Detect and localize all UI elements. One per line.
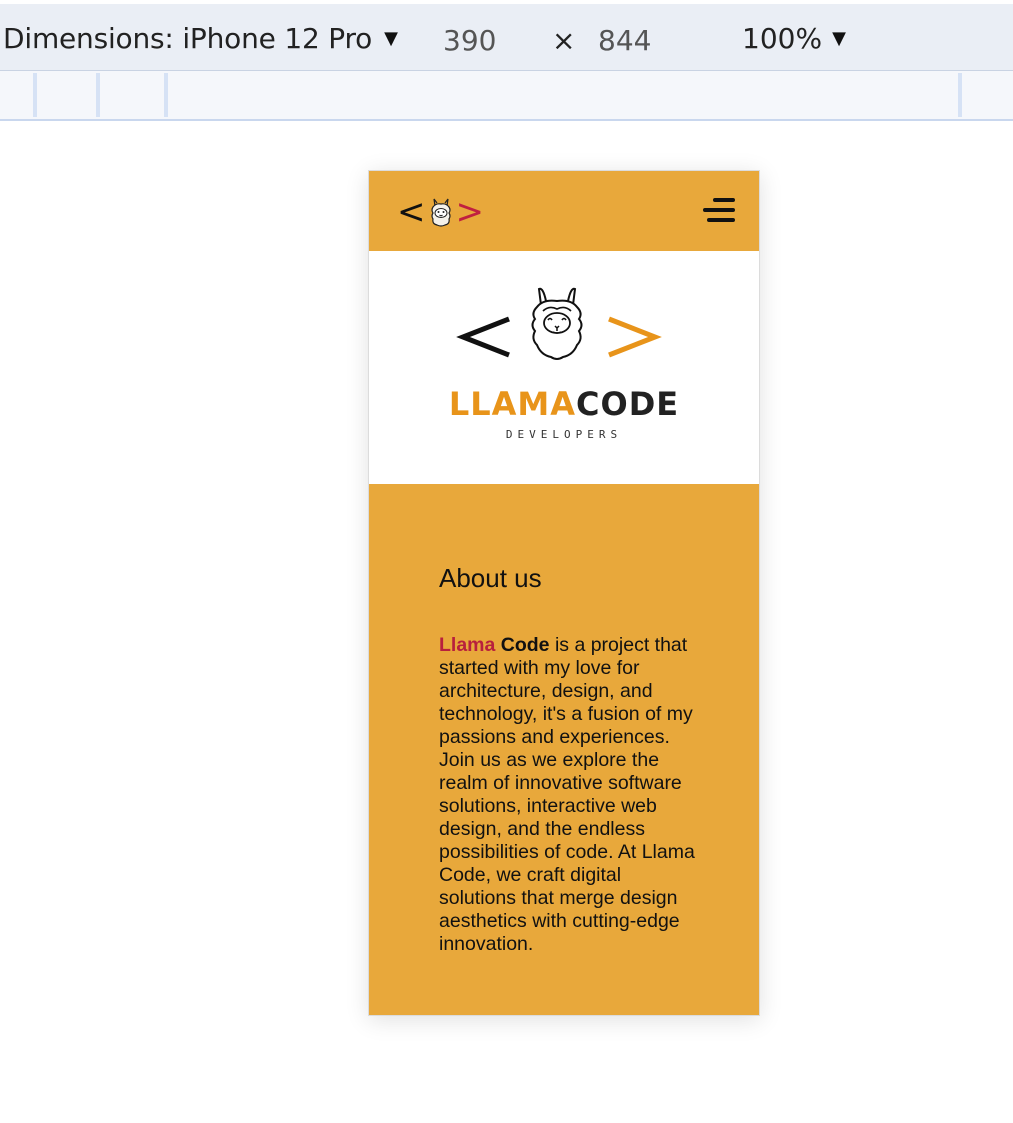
zoom-select[interactable]: 100% ▼ — [742, 22, 846, 55]
about-section: About us Llama Code is a project that st… — [439, 563, 699, 956]
site-navbar: < > — [369, 171, 759, 251]
logo-right-bracket: > — [455, 192, 485, 232]
about-paragraph: Llama Code is a project that started wit… — [439, 634, 699, 956]
device-dimensions-label: Dimensions: iPhone 12 Pro — [3, 22, 373, 55]
brand-llama: LLAMA — [448, 385, 577, 423]
devtools-device-toolbar: Dimensions: iPhone 12 Pro ▼ 390 × 844 10… — [0, 4, 1013, 71]
brand-code: CODE — [576, 385, 680, 423]
ruler-segment[interactable] — [33, 73, 37, 117]
ruler-segment[interactable] — [958, 73, 962, 117]
viewport-width-input[interactable]: 390 — [443, 24, 496, 57]
about-name-code: Code — [500, 634, 550, 656]
times-label: × — [552, 24, 576, 57]
nav-logo[interactable]: < > — [397, 195, 484, 229]
ruler-segment[interactable] — [164, 73, 168, 117]
hero-logo-section: LLAMACODE DEVELOPERS — [369, 251, 759, 484]
hamburger-menu-button[interactable] — [703, 198, 735, 226]
viewport-height-input[interactable]: 844 — [598, 24, 651, 57]
brand-logo-graphic — [456, 287, 662, 360]
zoom-label: 100% — [742, 22, 823, 55]
left-bracket-icon — [456, 316, 510, 358]
about-heading: About us — [439, 563, 542, 593]
device-select[interactable]: Dimensions: iPhone 12 Pro ▼ — [3, 22, 398, 55]
about-body-text: is a project that started with my love f… — [439, 634, 695, 955]
about-name-llama: Llama — [439, 634, 496, 656]
brand-wordmark: LLAMACODE — [369, 385, 759, 423]
ruler-segment[interactable] — [96, 73, 100, 117]
logo-left-bracket: < — [397, 192, 426, 232]
right-bracket-icon — [608, 316, 662, 358]
device-viewport: < > LLAMACODE DEVELOPERS About us Llama … — [368, 170, 760, 1016]
llama-icon — [430, 198, 451, 227]
llama-head-icon — [531, 287, 583, 360]
dropdown-triangle-icon: ▼ — [384, 28, 398, 49]
dropdown-triangle-icon: ▼ — [832, 28, 846, 49]
media-query-ruler — [0, 71, 1013, 121]
brand-tagline: DEVELOPERS — [505, 428, 623, 441]
